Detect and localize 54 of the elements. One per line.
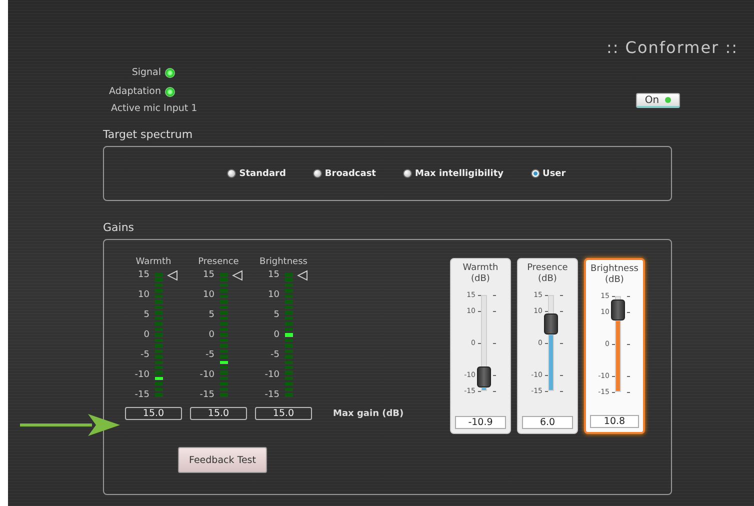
status-label: Adaptation [109,86,161,97]
max-gain-field[interactable]: 15.0 [125,407,182,420]
active-mic-label: Active mic Input 1 [111,103,198,114]
max-gain-label: Max gain (dB) [333,408,404,418]
radio-option[interactable]: Max intelligibility [403,168,504,178]
scale-label: -15 [134,390,150,400]
scale-label: -5 [140,350,150,360]
slider-thumb[interactable] [476,366,490,388]
meter-label: Presence [198,257,239,267]
scale-label: 10 [268,290,280,300]
meter-label: Brightness [260,257,308,267]
section-title: Gains [103,221,136,234]
scale-label: 10 [138,290,150,300]
scale-label: -10 [264,370,280,380]
slider-value: 10.8 [590,415,639,428]
scale-label: 15 [138,270,150,280]
slider-label: Presence (dB) [527,263,568,285]
scale-label: -10 [200,370,214,380]
max-gain-field[interactable]: 15.0 [190,407,247,420]
scale-label: 0 [208,330,214,340]
radio-option[interactable]: User [530,168,566,178]
triangle-marker-icon [166,270,178,281]
scale-label: -5 [206,350,214,360]
scale-label: 10 [203,290,214,300]
slider-fill [616,321,620,391]
scale-label: -15 [264,390,280,400]
slider-thumb[interactable] [610,300,624,321]
scale-label: 0 [274,330,280,340]
scale-label: 0 [144,330,150,340]
triangle-marker-icon [296,270,308,281]
scale-label: -10 [134,370,150,380]
slider-thumb[interactable] [544,314,558,335]
triangle-marker-icon [232,270,242,281]
scale-label: 15 [268,270,280,280]
scale-label: 5 [274,310,280,320]
slider-label: Warmth (dB) [462,263,498,285]
scale-label: 5 [208,310,214,320]
power-button[interactable]: On [636,93,680,108]
slider-value: -10.9 [455,416,506,429]
radio-option[interactable]: Broadcast [312,168,376,178]
radio-option[interactable]: Standard [227,168,286,178]
status-label: Signal [132,67,161,78]
scale-label: 5 [144,310,150,320]
meter-label: Warmth [136,257,172,267]
slider-label: Brightness (dB) [590,264,638,286]
max-gain-field[interactable]: 15.0 [255,407,312,420]
slider-fill [548,335,552,390]
slider-value: 6.0 [522,416,573,429]
scale-label: 15 [203,270,214,280]
feedback-test-button[interactable]: Feedback Test [178,447,267,473]
scale-label: -15 [200,390,214,400]
section-title: Target spectrum [103,128,194,141]
scale-label: -5 [270,350,280,360]
app-title: :: Conformer :: [606,38,738,57]
